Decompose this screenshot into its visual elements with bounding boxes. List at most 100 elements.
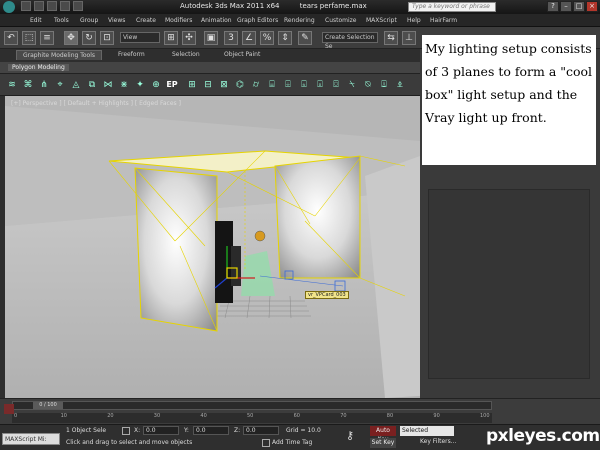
- menu-rendering[interactable]: Rendering: [284, 17, 315, 24]
- timeline-tick-label: 20: [107, 413, 114, 419]
- menu-hairfarm[interactable]: HairFarm: [430, 17, 457, 24]
- ribbon-tool-icon[interactable]: ⌘: [22, 79, 34, 91]
- ribbon-tool-icon[interactable]: ⌬: [234, 79, 246, 91]
- left-light-panel: [134, 167, 218, 332]
- new-file-icon[interactable]: [21, 1, 31, 11]
- angle-snap-icon[interactable]: ∠: [242, 31, 256, 45]
- maxscript-listener[interactable]: MAXScript Mi:: [2, 433, 60, 445]
- select-object-icon[interactable]: ⬚: [22, 31, 36, 45]
- key-filters-button[interactable]: Key Filters...: [420, 438, 457, 445]
- key-mode-dropdown[interactable]: Selected: [400, 426, 454, 436]
- undo-icon[interactable]: [60, 1, 70, 11]
- ribbon-tool-icon[interactable]: ◬: [70, 79, 82, 91]
- ribbon-tool-icon[interactable]: ⍀: [346, 79, 358, 91]
- ribbon-tool-icon[interactable]: ⊟: [202, 79, 214, 91]
- tab-object-paint[interactable]: Object Paint: [224, 51, 260, 58]
- polygon-modeling-label[interactable]: Polygon Modeling: [8, 64, 69, 71]
- set-key-button[interactable]: Set Key: [370, 438, 396, 448]
- ribbon-tool-icon[interactable]: ⌸: [266, 79, 278, 91]
- close-button[interactable]: ×: [586, 1, 598, 12]
- ribbon-tool-icon[interactable]: ≋: [6, 79, 18, 91]
- tab-graphite-modeling-tools[interactable]: Graphite Modeling Tools: [16, 50, 103, 60]
- menu-edit[interactable]: Edit: [30, 17, 42, 24]
- ribbon-tool-icon[interactable]: ⊞: [186, 79, 198, 91]
- menu-maxscript[interactable]: MAXScript: [366, 17, 397, 24]
- tab-freeform[interactable]: Freeform: [118, 51, 145, 58]
- ribbon-tool-icon[interactable]: ⌼: [330, 79, 342, 91]
- ribbon-tool-icon[interactable]: ⧉: [86, 79, 98, 91]
- open-file-icon[interactable]: [34, 1, 44, 11]
- app-logo-icon[interactable]: [3, 1, 15, 13]
- z-coordinate-field[interactable]: 0.0: [243, 426, 279, 435]
- time-slider-knob[interactable]: 0 / 100: [33, 402, 63, 409]
- y-coordinate-field[interactable]: 0.0: [193, 426, 229, 435]
- perspective-viewport[interactable]: [+] Perspective ] [ Default + Highlights…: [5, 96, 420, 398]
- selection-lock-icon[interactable]: [122, 427, 130, 435]
- move-icon[interactable]: ✥: [64, 31, 78, 45]
- menu-tools[interactable]: Tools: [54, 17, 69, 24]
- pivot-icon[interactable]: ⊞: [164, 31, 178, 45]
- app-name: Autodesk 3ds Max 2011 x64: [180, 2, 280, 10]
- minimize-button[interactable]: –: [560, 1, 572, 12]
- tab-selection[interactable]: Selection: [172, 51, 200, 58]
- ribbon-tool-icon[interactable]: ⍉: [362, 79, 374, 91]
- add-time-tag-button[interactable]: Add Time Tag: [272, 438, 312, 447]
- key-icon[interactable]: ⚷: [346, 430, 354, 441]
- help-search-input[interactable]: Type a keyword or phrase: [408, 2, 496, 12]
- add-time-tag-icon[interactable]: [262, 439, 270, 447]
- perfume-bottle: [215, 221, 233, 303]
- select-by-name-icon[interactable]: ≡: [40, 31, 54, 45]
- timeline: 0 / 100 0 10 20 30 40 50 60 70 80 90 100: [0, 398, 600, 424]
- scale-icon[interactable]: ⊡: [100, 31, 114, 45]
- x-label: X:: [134, 427, 141, 434]
- ribbon-tool-icon[interactable]: ⋈: [102, 79, 114, 91]
- x-coordinate-field[interactable]: 0.0: [143, 426, 179, 435]
- edit-named-selection-icon[interactable]: ✎: [298, 31, 312, 45]
- menu-help[interactable]: Help: [407, 17, 421, 24]
- ribbon-tool-icon[interactable]: ⋔: [38, 79, 50, 91]
- mirror-icon[interactable]: ⇆: [384, 31, 398, 45]
- title-bar: Autodesk 3ds Max 2011 x64 tears perfame.…: [0, 0, 600, 14]
- menu-create[interactable]: Create: [136, 17, 156, 24]
- reference-coordinate-dropdown[interactable]: View: [120, 32, 160, 43]
- time-slider[interactable]: 0 / 100: [12, 401, 492, 410]
- ribbon-tool-icon[interactable]: ⌻: [314, 79, 326, 91]
- ribbon-tool-icon[interactable]: ⍍: [378, 79, 390, 91]
- ribbon-tool-icon[interactable]: ⍎: [394, 79, 406, 91]
- help-icon[interactable]: ?: [547, 1, 559, 12]
- undo-toolbar-icon[interactable]: ↶: [4, 31, 18, 45]
- menu-group[interactable]: Group: [80, 17, 98, 24]
- ribbon-tool-icon[interactable]: ⌭: [250, 79, 262, 91]
- spinner-snap-icon[interactable]: ⇕: [278, 31, 292, 45]
- ribbon-tool-icon[interactable]: ✦: [134, 79, 146, 91]
- ribbon-tool-icon[interactable]: ⊠: [218, 79, 230, 91]
- ribbon-tool-icon[interactable]: ⌖: [54, 79, 66, 91]
- mini-curve-editor-icon[interactable]: [4, 404, 14, 414]
- keyboard-shortcut-icon[interactable]: ▣: [204, 31, 218, 45]
- grid-size: Grid = 10.0: [286, 427, 321, 434]
- maximize-button[interactable]: □: [573, 1, 585, 12]
- menu-animation[interactable]: Animation: [201, 17, 232, 24]
- align-icon[interactable]: ⊥: [402, 31, 416, 45]
- menu-modifiers[interactable]: Modifiers: [165, 17, 192, 24]
- edit-poly-ep-icon[interactable]: EP: [166, 79, 178, 91]
- menu-views[interactable]: Views: [108, 17, 125, 24]
- track-bar[interactable]: 0 10 20 30 40 50 60 70 80 90 100: [12, 413, 492, 423]
- ribbon-tool-icon[interactable]: ⌹: [282, 79, 294, 91]
- viewport-label[interactable]: [+] Perspective ] [ Default + Highlights…: [11, 100, 181, 107]
- ribbon-tool-icon[interactable]: ⌺: [298, 79, 310, 91]
- menu-customize[interactable]: Customize: [325, 17, 357, 24]
- rotate-icon[interactable]: ↻: [82, 31, 96, 45]
- timeline-tick-label: 0: [14, 413, 18, 419]
- named-selection-set-dropdown[interactable]: Create Selection Se: [322, 32, 378, 50]
- ribbon-tool-icon[interactable]: ⊕: [150, 79, 162, 91]
- select-manipulate-icon[interactable]: ✣: [182, 31, 196, 45]
- redo-icon[interactable]: [73, 1, 83, 11]
- auto-key-button[interactable]: Auto Key: [370, 426, 396, 443]
- menu-graph-editors[interactable]: Graph Editors: [237, 17, 278, 24]
- save-file-icon[interactable]: [47, 1, 57, 11]
- snaps-toggle-icon[interactable]: 3: [224, 31, 238, 45]
- scene-canvas[interactable]: [5, 96, 420, 398]
- percent-snap-icon[interactable]: %: [260, 31, 274, 45]
- ribbon-tool-icon[interactable]: ⋇: [118, 79, 130, 91]
